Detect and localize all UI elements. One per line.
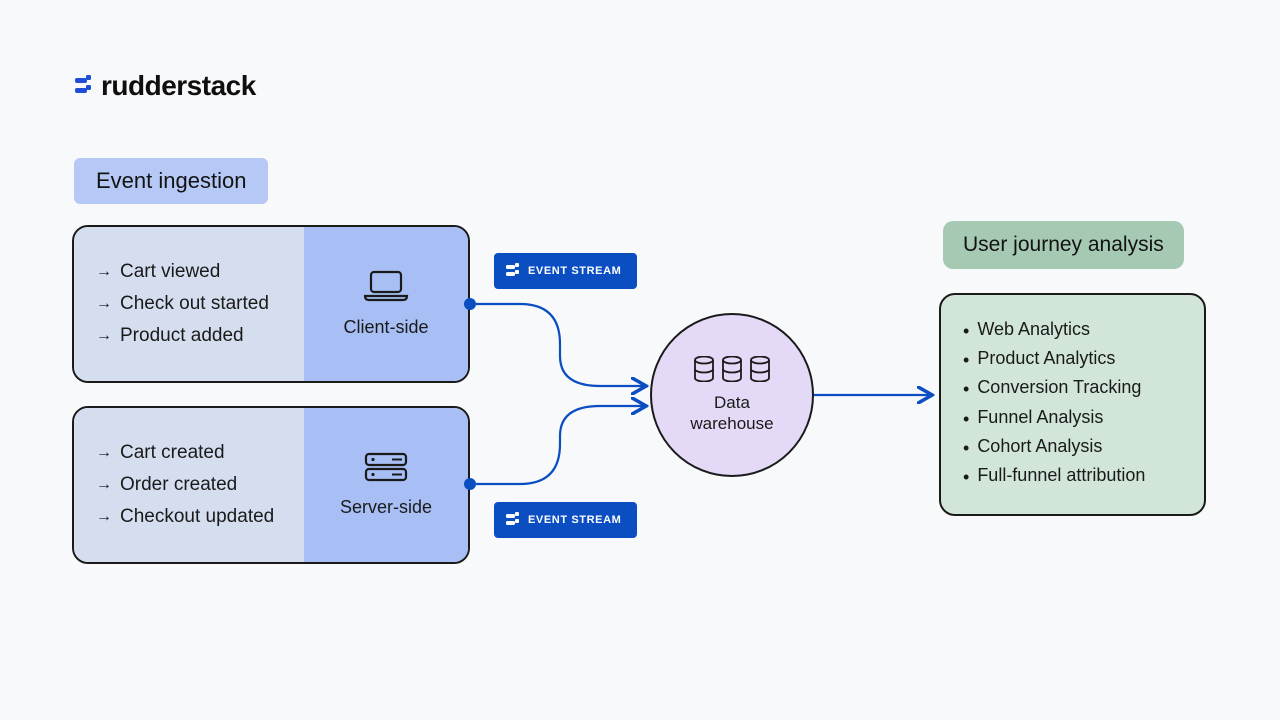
brand-mark-small-icon (506, 512, 520, 528)
user-journey-label: User journey analysis (963, 233, 1164, 256)
list-item: Cohort Analysis (963, 436, 1182, 461)
list-item: Web Analytics (963, 319, 1182, 344)
arrow-right-icon: → (96, 508, 110, 526)
database-icon (693, 356, 715, 387)
database-icon (749, 356, 771, 387)
client-side-label: Client-side (343, 317, 428, 338)
list-item: Full-funnel attribution (963, 465, 1182, 490)
brand-logo: rudderstack (75, 70, 256, 102)
analysis-card: Web Analytics Product Analytics Conversi… (939, 293, 1206, 516)
data-warehouse-node: Data warehouse (650, 313, 814, 477)
event-label: Order created (120, 474, 237, 496)
brand-mark-small-icon (506, 263, 520, 279)
event-ingestion-tag: Event ingestion (74, 158, 268, 204)
list-item: Funnel Analysis (963, 407, 1182, 432)
list-item: Conversion Tracking (963, 377, 1182, 402)
client-side-panel: Client-side (304, 227, 468, 381)
arrow-right-icon: → (96, 295, 110, 313)
brand-mark-icon (75, 75, 93, 97)
event-label: Checkout updated (120, 506, 274, 528)
server-side-label: Server-side (340, 497, 432, 518)
client-events-list: → Cart viewed → Check out started → Product… (74, 227, 304, 381)
server-icon (364, 452, 408, 487)
client-side-card: → Cart viewed → Check out started → Product… (72, 225, 470, 383)
event-stream-label: EVENT STREAM (528, 514, 621, 526)
event-label: Product added (120, 325, 244, 347)
connector-dot (464, 298, 476, 310)
laptop-icon (363, 270, 409, 307)
event-stream-badge-top: EVENT STREAM (494, 253, 637, 289)
server-side-card: → Cart created → Order created → Checkout u… (72, 406, 470, 564)
event-label: Cart viewed (120, 261, 220, 283)
user-journey-tag: User journey analysis (943, 221, 1184, 269)
server-side-panel: Server-side (304, 408, 468, 562)
connector-dot (464, 478, 476, 490)
database-icon (721, 356, 743, 387)
event-ingestion-label: Event ingestion (96, 168, 246, 193)
arrow-right-icon: → (96, 263, 110, 281)
arrow-right-icon: → (96, 444, 110, 462)
analysis-list: Web Analytics Product Analytics Conversi… (963, 319, 1182, 490)
event-stream-label: EVENT STREAM (528, 265, 621, 277)
arrow-right-icon: → (96, 476, 110, 494)
server-events-list: → Cart created → Order created → Checkout u… (74, 408, 304, 562)
database-icons-row (693, 356, 771, 387)
brand-name: rudderstack (101, 70, 256, 102)
list-item: Product Analytics (963, 348, 1182, 373)
data-warehouse-label: Data warehouse (682, 393, 782, 434)
arrow-right-icon: → (96, 327, 110, 345)
event-label: Check out started (120, 293, 269, 315)
event-stream-badge-bottom: EVENT STREAM (494, 502, 637, 538)
event-label: Cart created (120, 442, 225, 464)
